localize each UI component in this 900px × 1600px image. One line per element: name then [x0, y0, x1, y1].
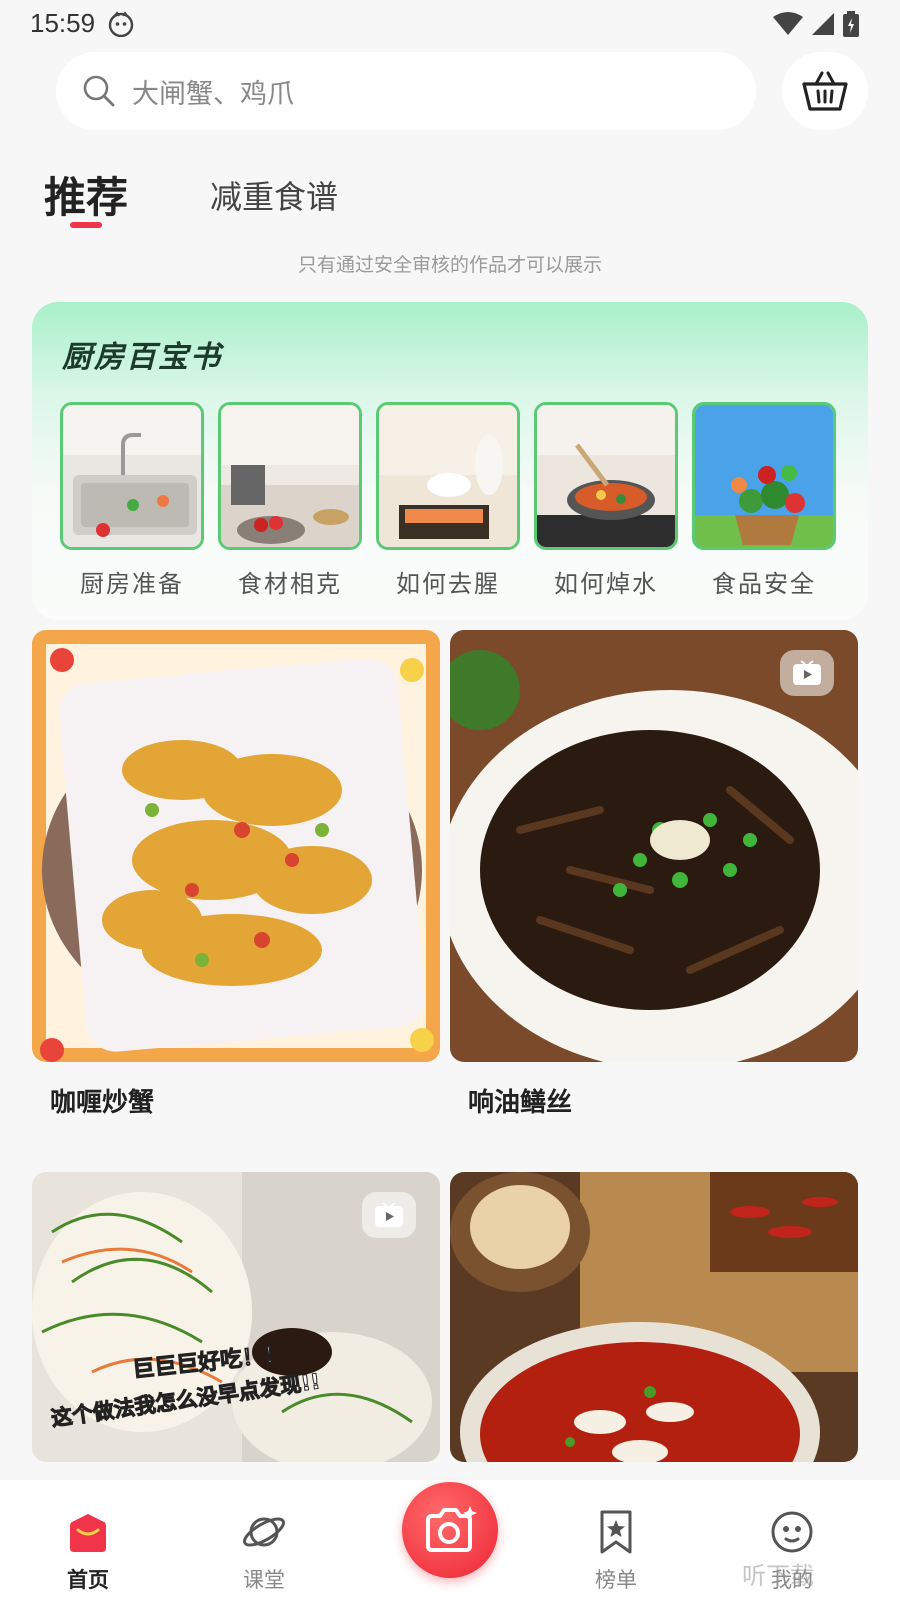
video-badge — [780, 650, 834, 696]
prep-photo — [376, 402, 520, 550]
safety-notice: 只有通过安全审核的作品才可以展示 — [297, 254, 602, 276]
recipe-card[interactable] — [450, 1172, 858, 1462]
vegetables-photo — [692, 402, 836, 550]
wifi-icon — [773, 12, 803, 35]
recipe-title: 咖喱炒蟹 — [50, 1088, 155, 1118]
bookmark-star-icon — [600, 1510, 632, 1554]
recipe-card[interactable]: 咖喱炒蟹 — [32, 630, 440, 1119]
nav-label: 榜单 — [595, 1568, 637, 1592]
status-icons — [772, 10, 860, 38]
kitchen-item-ingredients[interactable]: 食材相克 — [218, 402, 362, 599]
video-badge — [362, 1192, 416, 1238]
kitchen-item-blanch[interactable]: 如何焯水 — [534, 402, 678, 599]
tab-recommend[interactable]: 推荐 — [44, 164, 128, 225]
status-bar: 15:59 — [0, 0, 900, 46]
kitchen-guide-title: 厨房百宝书 — [62, 340, 222, 375]
watermark: 听下载 — [742, 1562, 814, 1590]
kitchen-sink-photo — [60, 402, 204, 550]
camera-icon — [426, 1506, 477, 1552]
tab-active-indicator — [70, 222, 102, 228]
face-icon — [771, 1511, 813, 1553]
kitchen-item-label: 食材相克 — [238, 570, 342, 598]
kitchen-guide-card: 厨房百宝书 厨房准备 食材相克 如何去腥 如何焯水 食品安全 — [32, 302, 868, 620]
app-notification-icon — [108, 11, 134, 37]
home-icon — [70, 1514, 106, 1552]
nav-label: 首页 — [67, 1568, 109, 1592]
nav-home[interactable]: 首页 — [38, 1508, 138, 1594]
camera-button[interactable] — [402, 1482, 498, 1578]
status-time: 15:59 — [30, 8, 96, 38]
recipe-photo — [32, 630, 440, 1062]
kitchen-item-food-safety[interactable]: 食品安全 — [692, 402, 836, 599]
search-placeholder: 大闸蟹、鸡爪 — [132, 78, 294, 110]
recipe-card[interactable]: 巨巨巨好吃！！ 这个做法我怎么没早点发现!! — [32, 1172, 440, 1462]
wok-photo — [534, 402, 678, 550]
basket-icon — [802, 71, 848, 111]
ingredients-photo — [218, 402, 362, 550]
search-bar[interactable]: 大闸蟹、鸡爪 — [56, 52, 756, 130]
recipe-photo: 巨巨巨好吃！！ 这个做法我怎么没早点发现!! — [32, 1172, 440, 1462]
recipe-photo — [450, 1172, 858, 1462]
kitchen-item-label: 如何去腥 — [396, 570, 500, 598]
battery-icon — [843, 11, 859, 37]
kitchen-item-label: 厨房准备 — [80, 570, 184, 598]
recipe-card[interactable]: 响油鳝丝 — [450, 630, 858, 1119]
nav-label: 课堂 — [243, 1568, 285, 1592]
nav-classroom[interactable]: 课堂 — [214, 1508, 314, 1594]
kitchen-item-label: 食品安全 — [712, 570, 816, 598]
video-icon — [375, 1202, 403, 1227]
search-icon — [83, 75, 115, 107]
tab-diet-recipes[interactable]: 减重食谱 — [210, 172, 338, 218]
kitchen-item-deodorize[interactable]: 如何去腥 — [376, 402, 520, 599]
video-icon — [793, 660, 821, 685]
kitchen-item-prep[interactable]: 厨房准备 — [60, 402, 204, 599]
recipe-photo — [450, 630, 858, 1062]
kitchen-item-label: 如何焯水 — [554, 570, 658, 598]
signal-icon — [812, 13, 834, 35]
nav-rankings[interactable]: 榜单 — [566, 1508, 666, 1594]
recipe-title: 响油鳝丝 — [468, 1088, 573, 1118]
basket-button[interactable] — [782, 52, 868, 130]
planet-icon — [243, 1517, 285, 1547]
